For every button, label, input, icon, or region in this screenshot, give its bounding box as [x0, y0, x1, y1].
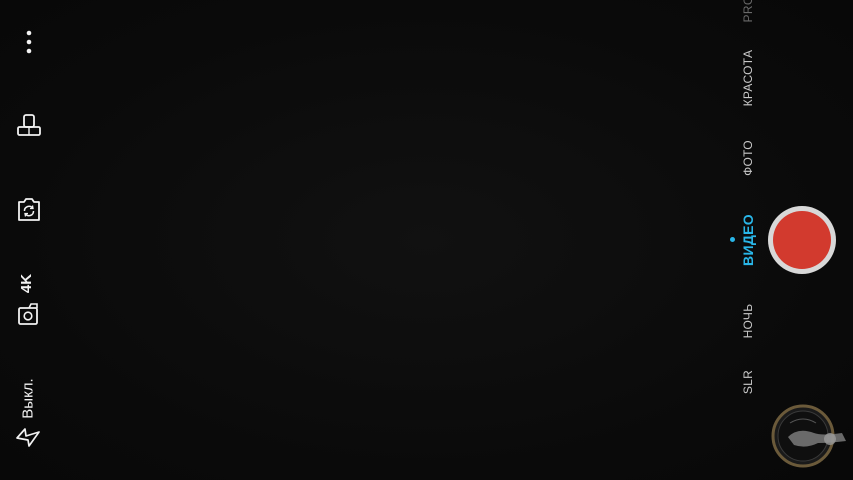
- mode-pro[interactable]: PRO: [741, 0, 755, 22]
- timer-button[interactable]: [12, 110, 46, 140]
- watermark-logo: [771, 404, 846, 468]
- video-camera-icon: [18, 303, 38, 325]
- mode-photo[interactable]: ФОТО: [741, 140, 755, 176]
- mode-video[interactable]: ВИДЕО: [740, 214, 756, 266]
- record-button[interactable]: [768, 206, 836, 274]
- camera-viewfinder[interactable]: [0, 0, 853, 480]
- flash-status-label: Выкл.: [19, 378, 37, 419]
- switch-camera-button[interactable]: [12, 192, 46, 226]
- switch-camera-icon: [18, 198, 40, 221]
- active-mode-indicator: [730, 237, 735, 242]
- flash-button[interactable]: Выкл.: [12, 372, 46, 452]
- record-button-core: [773, 211, 831, 269]
- video-resolution-button[interactable]: 4K: [12, 268, 46, 330]
- hand-timer-icon: [17, 114, 41, 136]
- resolution-label: 4K: [18, 273, 36, 294]
- left-control-bar: 4K Выкл.: [0, 0, 58, 480]
- more-options-button[interactable]: [12, 28, 46, 56]
- more-vert-icon: [26, 30, 32, 54]
- mode-night[interactable]: НОЧЬ: [741, 304, 755, 339]
- flash-icon: [16, 428, 40, 447]
- mode-slr[interactable]: SLR: [741, 370, 755, 394]
- mode-beauty[interactable]: КРАСОТА: [741, 50, 755, 107]
